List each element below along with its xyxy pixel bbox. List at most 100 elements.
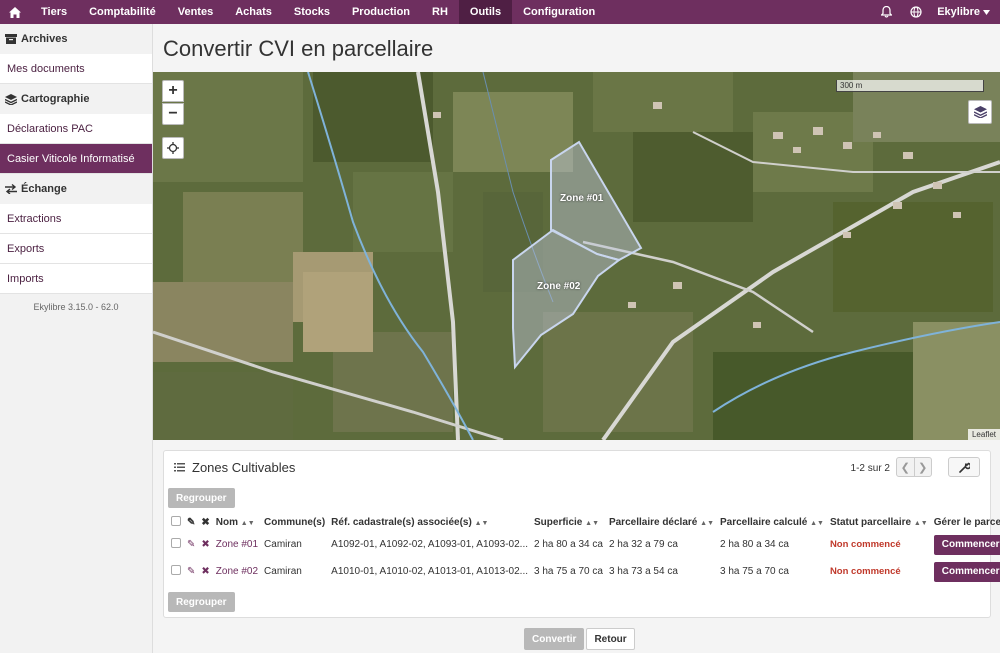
sidebar-item-declarations-pac[interactable]: Déclarations PAC (0, 114, 152, 144)
satellite-map (153, 72, 1000, 440)
globe-icon[interactable] (901, 6, 931, 18)
next-page-icon[interactable]: ❯ (915, 458, 932, 476)
nav-rh[interactable]: RH (421, 0, 459, 24)
col-parcellaire-declare[interactable]: Parcellaire déclaré ▲▼ (606, 513, 717, 531)
row-checkbox[interactable] (171, 565, 181, 575)
zone-02-label[interactable]: Zone #02 (537, 281, 580, 292)
panel-title: Zones Cultivables (192, 460, 296, 475)
status-badge: Non commencé (829, 539, 901, 550)
map-attribution[interactable]: Leaflet (967, 429, 1000, 440)
sidebar-item-imports[interactable]: Imports (0, 264, 152, 294)
user-menu[interactable]: Ekylibre (931, 6, 1000, 18)
page-title: Convertir CVI en parcellaire (163, 36, 434, 61)
start-button[interactable]: Commencer (933, 534, 1000, 555)
nav-tiers[interactable]: Tiers (30, 0, 78, 24)
exchange-icon (5, 184, 17, 194)
sidebar-section-cartographie: Cartographie (0, 84, 152, 114)
zone-name-link[interactable]: Zone #02 (216, 566, 258, 577)
edit-icon[interactable]: ✎ (187, 566, 195, 577)
col-nom[interactable]: Nom ▲▼ (213, 513, 261, 531)
map-scale: 300 m (836, 80, 984, 92)
cell-refs: A1092-01, A1092-02, A1093-01, A1093-02..… (331, 539, 528, 550)
nav-outils[interactable]: Outils (458, 0, 513, 24)
delete-icon[interactable]: ✖ (201, 539, 209, 550)
prev-page-icon[interactable]: ❮ (897, 458, 915, 476)
sidebar-item-extractions[interactable]: Extractions (0, 204, 152, 234)
edit-icon[interactable]: ✎ (187, 539, 195, 550)
col-parcellaire-calcule[interactable]: Parcellaire calculé ▲▼ (717, 513, 827, 531)
archive-icon (5, 34, 17, 44)
pagination-controls: ❮ ❯ (896, 457, 932, 477)
home-icon[interactable] (0, 0, 30, 24)
col-superficie[interactable]: Superficie ▲▼ (531, 513, 606, 531)
sidebar-section-title: Cartographie (21, 93, 90, 105)
zone-01-label[interactable]: Zone #01 (560, 193, 603, 204)
cell-declare: 3 ha 73 a 54 ca (608, 566, 678, 577)
nav-configuration[interactable]: Configuration (512, 0, 606, 24)
nav-production[interactable]: Production (341, 0, 421, 24)
cell-declare: 2 ha 32 a 79 ca (608, 539, 678, 550)
zoom-in-button[interactable]: + (162, 80, 184, 102)
zone-name-link[interactable]: Zone #01 (216, 539, 258, 550)
sort-icon: ▲▼ (913, 519, 928, 527)
convert-button[interactable]: Convertir (524, 628, 585, 650)
select-all-checkbox[interactable] (171, 515, 181, 526)
cell-commune: Camiran (264, 566, 302, 577)
bell-icon[interactable] (871, 6, 901, 18)
layers-icon (973, 106, 987, 118)
version-label: Ekylibre 3.15.0 - 62.0 (33, 302, 119, 312)
sort-icon: ▲▼ (240, 519, 255, 527)
zones-table: ✎ ✖ Nom ▲▼ Commune(s) Réf. cadastrale(s)… (168, 513, 1000, 585)
back-button[interactable]: Retour (586, 628, 635, 650)
cell-calcule: 2 ha 80 a 34 ca (720, 539, 789, 550)
col-commune[interactable]: Commune(s) (261, 513, 328, 531)
list-icon (174, 463, 185, 472)
layers-button[interactable] (968, 100, 992, 124)
table-row: ✎ ✖ Zone #02 Camiran A1010-01, A1010-02,… (168, 558, 1000, 585)
settings-button[interactable] (948, 457, 980, 477)
sort-icon: ▲▼ (700, 519, 714, 527)
zoom-out-button[interactable]: − (162, 103, 184, 125)
col-statut[interactable]: Statut parcellaire ▲▼ (827, 513, 931, 531)
sidebar: Archives Mes documents Cartographie Décl… (0, 24, 153, 653)
table-header-row: ✎ ✖ Nom ▲▼ Commune(s) Réf. cadastrale(s)… (168, 513, 1000, 531)
user-name: Ekylibre (937, 6, 980, 18)
sort-icon: ▲▼ (810, 519, 824, 527)
locate-button[interactable] (162, 137, 184, 159)
sort-icon: ▲▼ (585, 519, 599, 527)
group-button-bottom[interactable]: Regrouper (168, 592, 235, 612)
row-checkbox[interactable] (171, 538, 181, 548)
nav-achats[interactable]: Achats (224, 0, 283, 24)
nav-ventes[interactable]: Ventes (167, 0, 224, 24)
nav-comptabilite[interactable]: Comptabilité (78, 0, 167, 24)
wrench-icon (958, 462, 970, 473)
zones-panel: Zones Cultivables 1-2 sur 2 ❮ ❯ Regroupe… (163, 450, 1000, 618)
sidebar-section-title: Échange (21, 183, 67, 195)
pagination-label: 1-2 sur 2 (850, 463, 890, 474)
edit-header-icon: ✎ (187, 516, 196, 528)
crosshair-icon (167, 142, 179, 154)
start-button[interactable]: Commencer (933, 561, 1000, 582)
sidebar-item-mes-documents[interactable]: Mes documents (0, 54, 152, 84)
cell-superficie: 3 ha 75 a 70 ca (534, 566, 603, 577)
delete-header-icon: ✖ (201, 516, 210, 528)
map-view[interactable]: Zone #01 Zone #02 + − 300 m Leaflet (153, 72, 1000, 440)
cell-commune: Camiran (264, 539, 302, 550)
sidebar-item-casier-viticole[interactable]: Casier Viticole Informatisé (0, 144, 152, 174)
sort-icon: ▲▼ (474, 519, 489, 527)
cell-calcule: 3 ha 75 a 70 ca (720, 566, 789, 577)
sidebar-item-exports[interactable]: Exports (0, 234, 152, 264)
layers-icon (5, 93, 17, 105)
caret-down-icon (983, 9, 990, 15)
cell-superficie: 2 ha 80 a 34 ca (534, 539, 603, 550)
col-ref-cadastrale[interactable]: Réf. cadastrale(s) associée(s) ▲▼ (328, 513, 531, 531)
table-row: ✎ ✖ Zone #01 Camiran A1092-01, A1092-02,… (168, 531, 1000, 558)
nav-stocks[interactable]: Stocks (283, 0, 341, 24)
sidebar-section-title: Archives (21, 33, 68, 45)
top-navbar: Tiers Comptabilité Ventes Achats Stocks … (0, 0, 1000, 24)
group-button-top[interactable]: Regrouper (168, 488, 235, 508)
delete-icon[interactable]: ✖ (201, 566, 209, 577)
status-badge: Non commencé (829, 566, 901, 577)
main-content: Convertir CVI en parcellaire Zone #01 Zo… (153, 24, 1000, 653)
sidebar-section-echange: Échange (0, 174, 152, 204)
